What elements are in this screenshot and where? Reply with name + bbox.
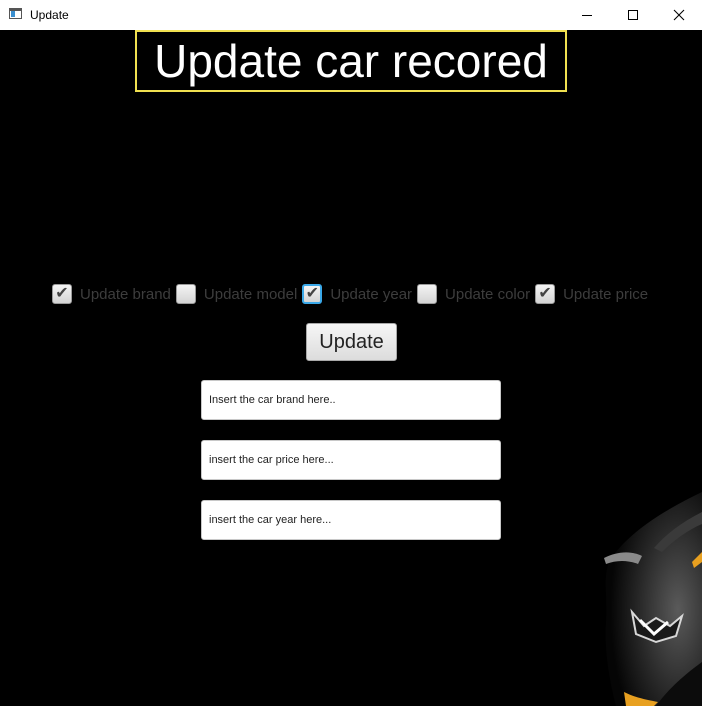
car-price-input[interactable] — [201, 440, 501, 480]
checkbox-label: Update model — [203, 285, 298, 303]
update-options: ✔ Update brand Update model ✔ Update yea… — [52, 282, 653, 306]
checkbox-label: Update price — [563, 285, 649, 303]
checkbox-box[interactable]: ✔ — [302, 284, 323, 304]
minimize-button[interactable] — [564, 0, 610, 30]
sports-car-image — [604, 492, 702, 706]
maximize-button[interactable] — [610, 0, 656, 30]
page-title: Update car recored — [135, 30, 567, 92]
checkbox-update-year[interactable]: ✔ Update year — [302, 284, 412, 304]
checkbox-update-model[interactable]: Update model — [175, 284, 298, 304]
update-button[interactable]: Update — [306, 323, 397, 361]
window-title: Update — [30, 8, 69, 22]
checkbox-label: Update year — [330, 285, 413, 303]
close-button[interactable] — [656, 0, 702, 30]
checkbox-box[interactable] — [417, 284, 438, 304]
checkbox-update-color[interactable]: Update color — [417, 284, 530, 304]
content-area: Update car recored ✔ Update brand Update… — [0, 30, 702, 706]
checkbox-label: Update brand — [80, 285, 171, 303]
car-brand-input[interactable] — [201, 380, 501, 420]
checkbox-box[interactable]: ✔ — [52, 284, 72, 304]
maximize-icon — [628, 10, 638, 20]
checkbox-label: Update color — [445, 285, 531, 303]
checkbox-update-price[interactable]: ✔ Update price — [535, 284, 648, 304]
checkbox-box[interactable] — [175, 284, 196, 304]
app-window-icon — [9, 8, 22, 19]
window-titlebar: Update — [0, 0, 702, 31]
checkbox-box[interactable]: ✔ — [535, 284, 556, 304]
close-icon — [673, 9, 685, 21]
checkbox-update-brand[interactable]: ✔ Update brand — [52, 284, 171, 304]
minimize-icon — [582, 14, 592, 16]
car-year-input[interactable] — [201, 500, 501, 540]
